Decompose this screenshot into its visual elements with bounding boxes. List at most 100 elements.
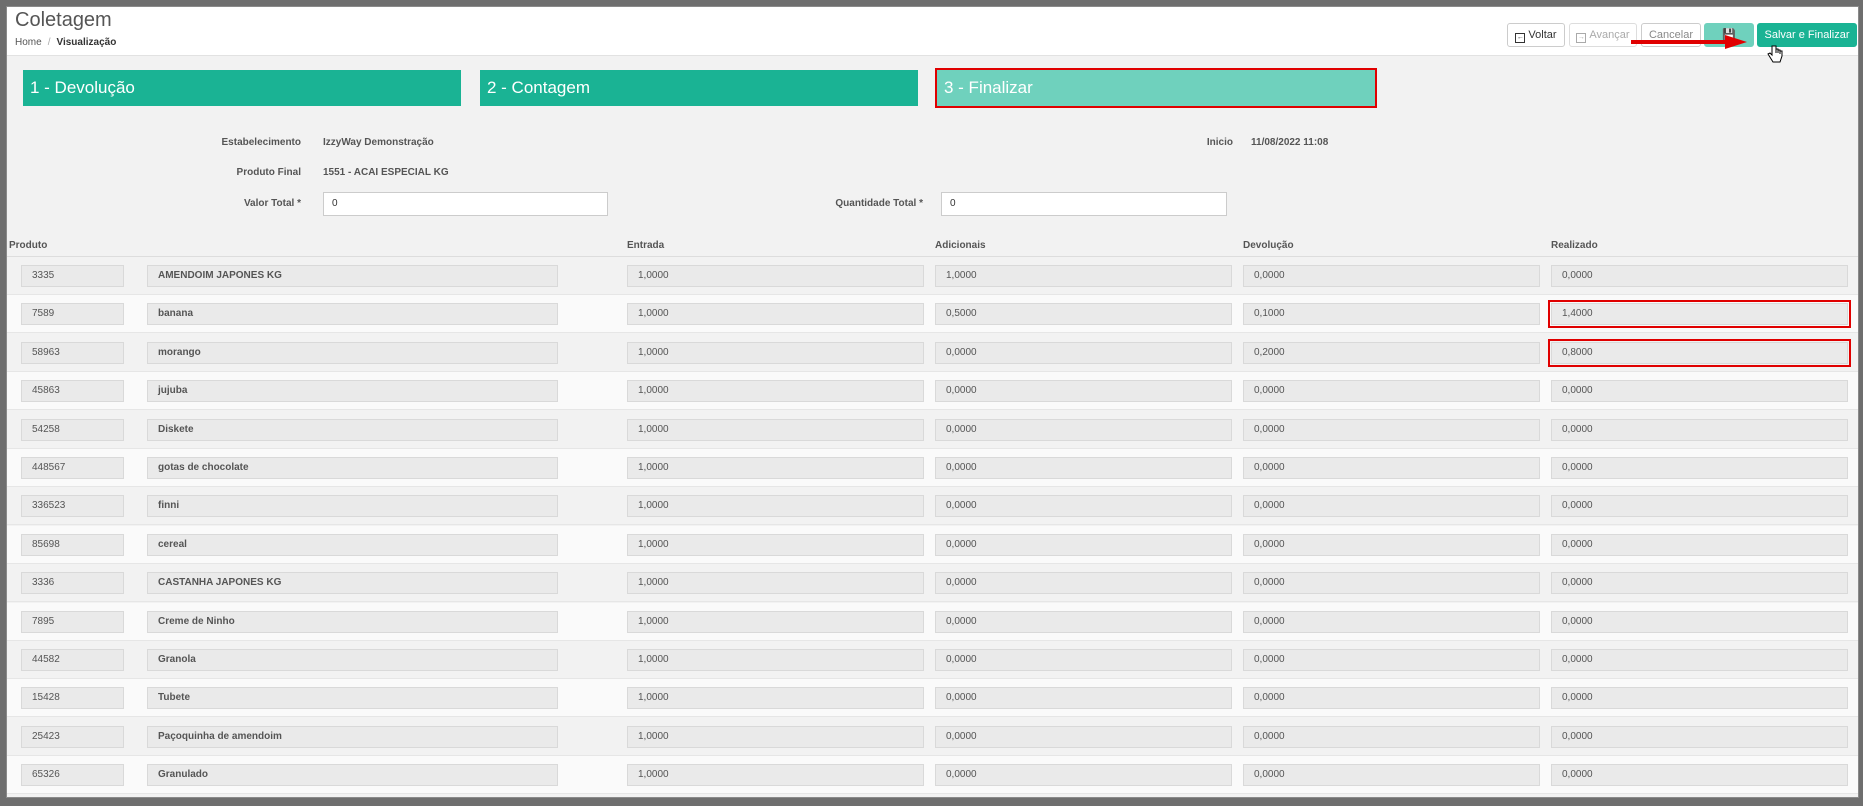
adicionais-field[interactable]: 0,0000 (935, 764, 1232, 787)
realizado-field[interactable]: 0,0000 (1551, 610, 1848, 633)
product-code-field[interactable]: 25423 (21, 725, 124, 748)
product-name-field[interactable]: Tubete (147, 687, 558, 710)
entrada-field[interactable]: 1,0000 (627, 533, 924, 556)
devolucao-field[interactable]: 0,0000 (1243, 610, 1540, 633)
entrada-field[interactable]: 1,0000 (627, 380, 924, 403)
step-contagem[interactable]: 2 - Contagem (480, 70, 918, 106)
voltar-button[interactable]: ← Voltar (1507, 23, 1565, 47)
entrada-field[interactable]: 1,0000 (627, 725, 924, 748)
entrada-field[interactable]: 1,0000 (627, 610, 924, 633)
table-row: 448567 gotas de chocolate 1,0000 0,0000 0,00… (7, 449, 1858, 487)
product-name-field[interactable]: jujuba (147, 380, 558, 403)
product-code-field[interactable]: 44582 (21, 649, 124, 671)
entrada-field[interactable]: 1,0000 (627, 341, 924, 364)
adicionais-field[interactable]: 0,0000 (935, 687, 1232, 710)
product-name-field[interactable]: cereal (147, 533, 558, 556)
product-code-field[interactable]: 7895 (21, 610, 124, 633)
product-code-field[interactable]: 15428 (21, 687, 124, 710)
realizado-field[interactable]: 0,8000 (1548, 338, 1851, 367)
devolucao-field[interactable]: 0,0000 (1243, 687, 1540, 710)
realizado-field[interactable]: 0,0000 (1551, 764, 1848, 787)
adicionais-field[interactable]: 0,0000 (935, 725, 1232, 748)
devolucao-field[interactable]: 0,0000 (1243, 380, 1540, 403)
table-row: 7895 Creme de Ninho 1,0000 0,0000 0,0000 0,00… (7, 602, 1858, 641)
devolucao-field[interactable]: 0,0000 (1243, 764, 1540, 787)
entrada-field[interactable]: 1,0000 (627, 418, 924, 441)
adicionais-field[interactable]: 0,0000 (935, 495, 1232, 518)
realizado-field[interactable]: 0,0000 (1551, 725, 1848, 748)
devolucao-field[interactable]: 0,0000 (1243, 457, 1540, 479)
product-code-field[interactable]: 85698 (21, 533, 124, 556)
product-code-field[interactable]: 3336 (21, 572, 124, 595)
adicionais-field[interactable]: 0,0000 (935, 457, 1232, 479)
salvar-finalizar-button[interactable]: Salvar e Finalizar (1757, 23, 1857, 47)
product-name-field[interactable]: gotas de chocolate (147, 457, 558, 479)
devolucao-field[interactable]: 0,1000 (1243, 303, 1540, 326)
adicionais-field[interactable]: 0,0000 (935, 533, 1232, 556)
adicionais-field[interactable]: 0,0000 (935, 341, 1232, 364)
devolucao-field[interactable]: 0,0000 (1243, 418, 1540, 441)
adicionais-field[interactable]: 0,0000 (935, 380, 1232, 403)
product-code-field[interactable]: 7589 (21, 303, 124, 326)
product-name-field[interactable]: finni (147, 495, 558, 518)
product-name-field[interactable]: Granola (147, 649, 558, 671)
entrada-field[interactable]: 1,0000 (627, 687, 924, 710)
step-devolucao[interactable]: 1 - Devolução (23, 70, 461, 106)
product-name-field[interactable]: banana (147, 303, 558, 326)
entrada-field[interactable]: 1,0000 (627, 457, 924, 479)
realizado-field[interactable]: 0,0000 (1551, 572, 1848, 595)
realizado-field[interactable]: 1,4000 (1548, 300, 1851, 329)
adicionais-field[interactable]: 0,0000 (935, 418, 1232, 441)
entrada-field[interactable]: 1,0000 (627, 495, 924, 518)
devolucao-field[interactable]: 0,0000 (1243, 533, 1540, 556)
realizado-field[interactable]: 0,0000 (1551, 380, 1848, 403)
adicionais-field[interactable]: 1,0000 (935, 265, 1232, 287)
realizado-field[interactable]: 0,0000 (1551, 265, 1848, 287)
entrada-field[interactable]: 1,0000 (627, 303, 924, 326)
product-name-field[interactable]: Creme de Ninho (147, 610, 558, 633)
product-code-field[interactable]: 45863 (21, 380, 124, 403)
step-finalizar[interactable]: 3 - Finalizar (935, 68, 1377, 108)
adicionais-field[interactable]: 0,5000 (935, 303, 1232, 326)
product-code-field[interactable]: 58963 (21, 341, 124, 364)
entrada-field[interactable]: 1,0000 (627, 764, 924, 787)
estabelecimento-label: Estabelecimento (221, 137, 301, 148)
realizado-field[interactable]: 0,0000 (1551, 649, 1848, 671)
adicionais-field[interactable]: 0,0000 (935, 649, 1232, 671)
entrada-field[interactable]: 1,0000 (627, 265, 924, 287)
product-name-field[interactable]: AMENDOIM JAPONES KG (147, 265, 558, 287)
devolucao-field[interactable]: 0,0000 (1243, 495, 1540, 518)
product-name-field[interactable]: Diskete (147, 418, 558, 441)
product-code-field[interactable]: 54258 (21, 418, 124, 441)
product-name-field[interactable]: CASTANHA JAPONES KG (147, 572, 558, 595)
product-code-field[interactable]: 448567 (21, 457, 124, 479)
entrada-field[interactable]: 1,0000 (627, 572, 924, 595)
avancar-button[interactable]: → Avançar (1569, 23, 1637, 47)
quantidade-total-label: Quantidade Total * (835, 198, 923, 209)
breadcrumb-current: Visualização (56, 37, 117, 48)
realizado-field[interactable]: 0,0000 (1551, 533, 1848, 556)
valor-total-input[interactable]: 0 (323, 192, 608, 216)
adicionais-field[interactable]: 0,0000 (935, 610, 1232, 633)
quantidade-total-input[interactable]: 0 (941, 192, 1227, 216)
realizado-field[interactable]: 0,0000 (1551, 687, 1848, 710)
product-code-field[interactable]: 336523 (21, 495, 124, 518)
product-name-field[interactable]: morango (147, 341, 558, 364)
devolucao-field[interactable]: 0,0000 (1243, 572, 1540, 595)
devolucao-field[interactable]: 0,0000 (1243, 649, 1540, 671)
app-window: Coletagem Home / Visualização ← Voltar → Ava… (6, 6, 1859, 798)
column-header-realizado: Realizado (1551, 240, 1598, 251)
devolucao-field[interactable]: 0,2000 (1243, 341, 1540, 364)
product-code-field[interactable]: 65326 (21, 764, 124, 787)
devolucao-field[interactable]: 0,0000 (1243, 725, 1540, 748)
realizado-field[interactable]: 0,0000 (1551, 418, 1848, 441)
adicionais-field[interactable]: 0,0000 (935, 572, 1232, 595)
breadcrumb-home[interactable]: Home (15, 37, 42, 48)
product-name-field[interactable]: Paçoquinha de amendoim (147, 725, 558, 748)
product-name-field[interactable]: Granulado (147, 764, 558, 787)
realizado-field[interactable]: 0,0000 (1551, 457, 1848, 479)
entrada-field[interactable]: 1,0000 (627, 649, 924, 671)
product-code-field[interactable]: 3335 (21, 265, 124, 287)
devolucao-field[interactable]: 0,0000 (1243, 265, 1540, 287)
realizado-field[interactable]: 0,0000 (1551, 495, 1848, 518)
